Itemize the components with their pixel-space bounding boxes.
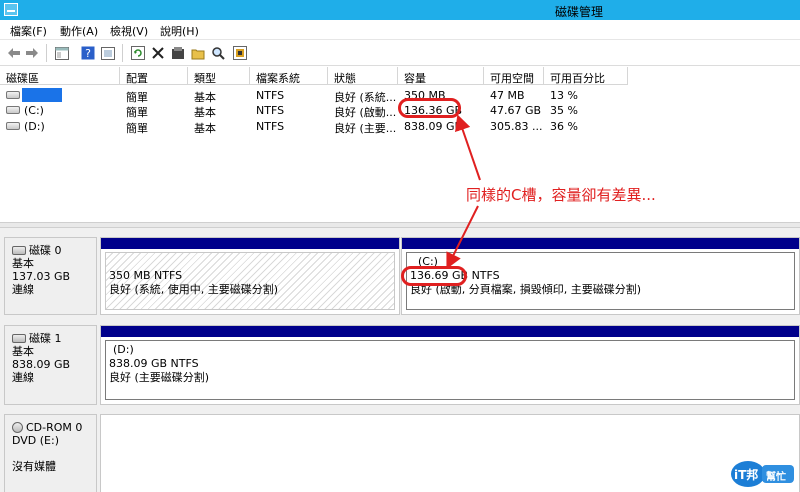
cell-free-space: 47.67 GB <box>490 104 542 117</box>
forward-icon[interactable] <box>24 45 40 61</box>
menu-file[interactable]: 檔案(F) <box>10 23 47 39</box>
disk-size: 838.09 GB <box>12 358 71 371</box>
disk-size: 137.03 GB <box>12 270 71 283</box>
column-header-capacity[interactable]: 容量 <box>398 67 484 85</box>
cell-status: 良好 (主要... <box>334 122 397 135</box>
column-header-percent-free[interactable]: 可用百分比 <box>544 67 628 85</box>
cdrom-icon <box>12 422 23 433</box>
watermark-logo: iT邦 幫忙 <box>730 459 796 489</box>
annotation-oval-partition <box>401 266 467 286</box>
disk-type: DVD (E:) <box>12 434 60 447</box>
disk-management-app-icon <box>4 3 18 16</box>
cell-percent-free: 35 % <box>550 104 578 117</box>
watermark-text-2: 幫忙 <box>766 472 786 483</box>
cell-filesystem: NTFS <box>256 120 285 133</box>
partition-header-bar <box>101 238 399 249</box>
table-row[interactable]: (D:) 簡單 基本 NTFS 良好 (主要... 838.09 GB 305.… <box>0 118 800 135</box>
properties-icon[interactable] <box>170 45 186 61</box>
cell-free-space: 47 MB <box>490 89 525 102</box>
column-header-status[interactable]: 狀態 <box>328 67 398 85</box>
cell-layout: 簡單 <box>126 122 148 135</box>
partition-label: (C:) <box>418 255 438 268</box>
column-header-type[interactable]: 類型 <box>188 67 250 85</box>
cell-filesystem: NTFS <box>256 104 285 117</box>
disk-1-label[interactable]: 磁碟 1 基本 838.09 GB 連線 <box>4 325 97 405</box>
column-header-volume[interactable]: 磁碟區 <box>0 67 120 85</box>
partition-system-reserved[interactable]: 350 MB NTFS 良好 (系統, 使用中, 主要磁碟分割) <box>100 237 400 315</box>
volume-list: 磁碟區 配置 類型 檔案系統 狀態 容量 可用空間 可用百分比 簡單 基本 NT… <box>0 67 800 222</box>
title-bar: 磁碟管理 <box>0 0 800 20</box>
partition-label: (D:) <box>113 343 134 356</box>
menu-help[interactable]: 說明(H) <box>160 23 199 39</box>
refresh-icon[interactable] <box>130 45 146 61</box>
disk-graphical-view: 磁碟 0 基本 137.03 GB 連線 350 MB NTFS 良好 (系統,… <box>0 228 800 492</box>
disk-icon <box>12 246 26 255</box>
disk-state: 沒有媒體 <box>12 460 56 473</box>
cell-percent-free: 13 % <box>550 89 578 102</box>
toolbar-separator <box>122 44 123 62</box>
menu-view[interactable]: 檢視(V) <box>110 23 148 39</box>
disk-type: 基本 <box>12 257 34 270</box>
cell-type: 基本 <box>194 122 216 135</box>
disk-icon <box>12 334 26 343</box>
cell-percent-free: 36 % <box>550 120 578 133</box>
partition-body: (D:) 838.09 GB NTFS 良好 (主要磁碟分割) <box>105 340 795 400</box>
menu-bar: 檔案(F) 動作(A) 檢視(V) 說明(H) <box>0 20 800 40</box>
watermark-text: iT邦 <box>734 468 759 482</box>
partition-filesystem: NTFS <box>471 269 500 282</box>
redacted-volume-name <box>22 88 62 102</box>
svg-text:?: ? <box>85 47 91 60</box>
disk-state: 連線 <box>12 371 34 384</box>
column-header-filesystem[interactable]: 檔案系統 <box>250 67 328 85</box>
help-icon[interactable]: ? <box>80 45 96 61</box>
column-header-free-space[interactable]: 可用空間 <box>484 67 544 85</box>
drive-icon <box>6 91 20 99</box>
partition-status: 良好 (主要磁碟分割) <box>109 371 210 384</box>
cell-capacity: 838.09 GB <box>404 120 463 133</box>
cdrom-empty-area <box>100 414 800 492</box>
cell-filesystem: NTFS <box>256 89 285 102</box>
partition-d-drive[interactable]: (D:) 838.09 GB NTFS 良好 (主要磁碟分割) <box>100 325 800 405</box>
partition-size: 350 MB NTFS <box>109 269 183 282</box>
disk-0-label[interactable]: 磁碟 0 基本 137.03 GB 連線 <box>4 237 97 315</box>
cell-volume-name: (D:) <box>24 120 45 133</box>
column-header-layout[interactable]: 配置 <box>120 67 188 85</box>
partition-status: 良好 (系統, 使用中, 主要磁碟分割) <box>109 283 279 296</box>
partition-body: 350 MB NTFS 良好 (系統, 使用中, 主要磁碟分割) <box>105 252 395 310</box>
toolbar: ? <box>0 40 800 66</box>
partition-size: 838.09 GB NTFS <box>109 357 199 370</box>
drive-icon <box>6 106 20 114</box>
partition-status: 良好 (啟動, 分頁檔案, 損毀傾印, 主要磁碟分割) <box>410 283 642 296</box>
partition-header-bar <box>402 238 799 249</box>
disk-state: 連線 <box>12 283 34 296</box>
view-icon[interactable] <box>100 45 116 61</box>
disk-type: 基本 <box>12 345 34 358</box>
cdrom-0-label[interactable]: CD-ROM 0 DVD (E:) 沒有媒體 <box>4 414 97 492</box>
search-icon[interactable] <box>210 45 226 61</box>
partition-header-bar <box>101 326 799 337</box>
delete-icon[interactable] <box>150 45 166 61</box>
cell-free-space: 305.83 ... <box>490 120 543 133</box>
back-icon[interactable] <box>6 45 22 61</box>
open-icon[interactable] <box>190 45 206 61</box>
settings-icon[interactable] <box>232 45 248 61</box>
window-title: 磁碟管理 <box>555 5 604 19</box>
disk-name: 磁碟 0 <box>29 244 62 257</box>
drive-icon <box>6 122 20 130</box>
disk-name: 磁碟 1 <box>29 332 62 345</box>
annotation-oval-capacity <box>398 98 461 118</box>
annotation-text: 同樣的C槽，容量卻有差異... <box>466 186 656 204</box>
disk-name: CD-ROM 0 <box>26 421 83 434</box>
console-tree-icon[interactable] <box>54 45 70 61</box>
cell-volume-name: (C:) <box>24 104 44 117</box>
toolbar-separator <box>46 44 47 62</box>
menu-action[interactable]: 動作(A) <box>60 23 98 39</box>
